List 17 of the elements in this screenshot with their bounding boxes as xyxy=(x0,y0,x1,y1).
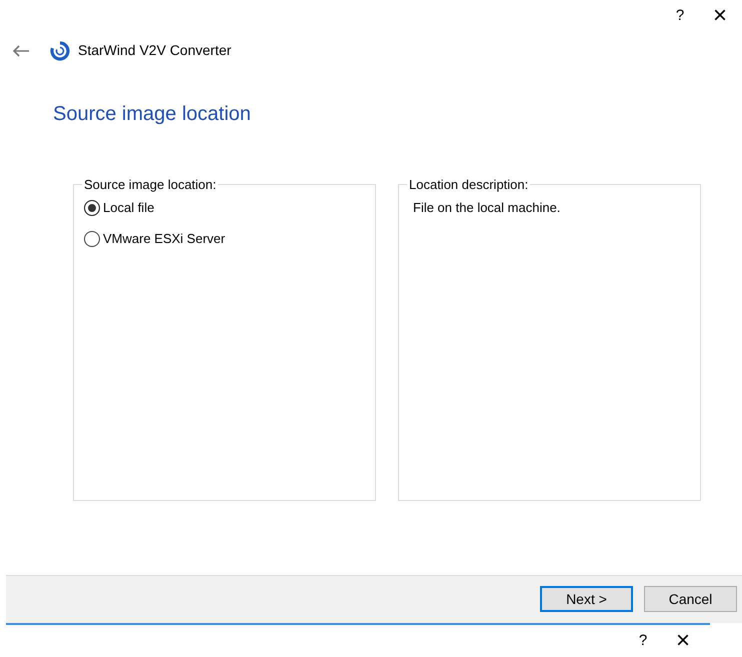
radio-label[interactable]: Local file xyxy=(103,198,154,218)
radio-label[interactable]: VMware ESXi Server xyxy=(103,228,226,248)
help-button[interactable]: ? xyxy=(660,4,700,28)
back-arrow-icon[interactable] xyxy=(12,44,30,58)
description-text: File on the local machine. xyxy=(413,199,562,218)
cancel-button[interactable]: Cancel xyxy=(644,586,737,612)
radio-button[interactable] xyxy=(84,200,100,216)
group-legend: Location description: xyxy=(407,174,530,194)
close-button[interactable]: × xyxy=(663,628,703,653)
group-legend: Source image location: xyxy=(82,174,218,194)
help-button[interactable]: ? xyxy=(623,630,663,652)
app-title: StarWind V2V Converter xyxy=(78,41,232,60)
page-title: Source image location xyxy=(53,102,252,127)
logo-icon xyxy=(50,40,70,61)
close-button[interactable]: × xyxy=(700,4,740,28)
next-button[interactable]: Next > xyxy=(540,586,633,612)
radio-button[interactable] xyxy=(84,230,100,247)
